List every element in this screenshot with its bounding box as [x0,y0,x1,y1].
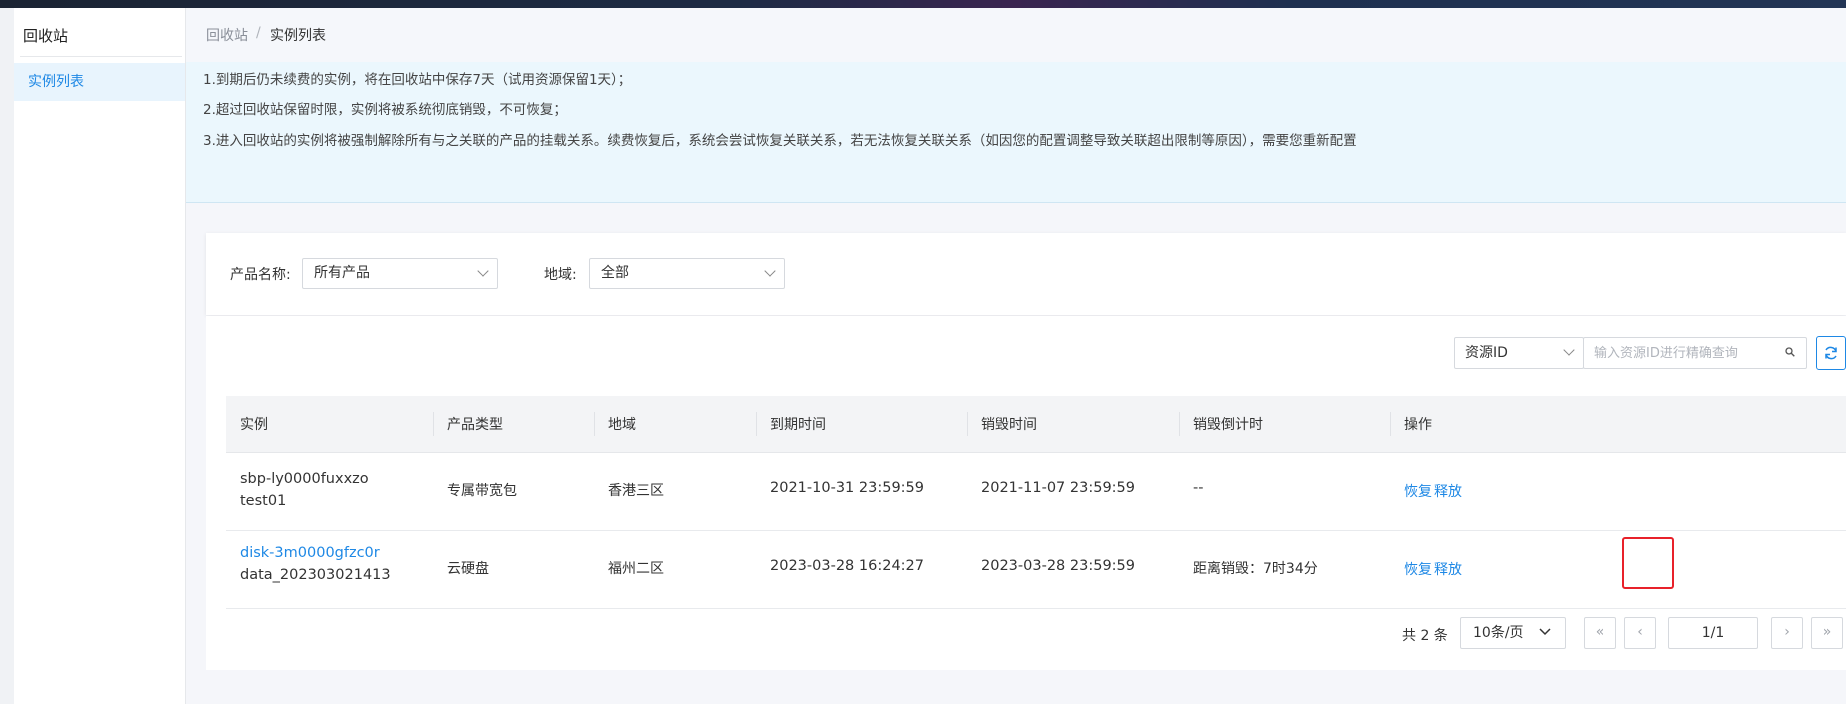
col-divider [756,412,757,436]
destroy-time: 2021-11-07 23:59:59 [981,480,1135,496]
col-header-countdown: 销毁倒计时 [1193,417,1263,433]
product-type: 云硬盘 [447,561,489,577]
product-filter-select[interactable]: 所有产品 [302,258,498,289]
product-filter-label: 产品名称: [230,267,291,283]
filter-bar: 产品名称: 所有产品 地域: 全部 [206,233,1846,315]
next-page-button[interactable]: › [1771,617,1803,649]
instance-table-card: 资源ID 实例 产品类型 地域 到期时间 销毁时间 销毁倒计时 [206,316,1846,670]
pagination-total: 共 2 条 [1402,628,1448,644]
search-field-select[interactable]: 资源ID [1454,337,1584,369]
page-number-input[interactable]: 1/1 [1668,617,1758,649]
chevron-down-icon [764,265,776,277]
instance-cell: disk-3m0000gfzc0r data_202303021413 [240,542,391,586]
notice-panel: 1.到期后仍未续费的实例，将在回收站中保存7天（试用资源保留1天）； 2.超过回… [186,62,1846,203]
breadcrumb-current: 实例列表 [270,28,326,44]
restore-button[interactable]: 恢复 [1404,481,1432,501]
top-header-bar [0,0,1846,8]
breadcrumb-separator: / [256,25,261,41]
sidebar-divider [20,56,182,57]
col-divider [967,412,968,436]
expire-time: 2021-10-31 23:59:59 [770,480,924,496]
search-box [1583,337,1807,369]
notice-line-3: 3.进入回收站的实例将被强制解除所有与之关联的产品的挂载关系。续费恢复后，系统会… [203,133,1357,149]
col-header-actions: 操作 [1404,417,1432,433]
search-input[interactable] [1594,343,1770,363]
instance-name: test01 [240,493,287,509]
page-size-value: 10条/页 [1473,625,1524,641]
instance-cell: sbp-ly0000fuxxzo test01 [240,468,369,512]
col-header-product-type: 产品类型 [447,417,503,433]
sidebar-item-instance-list[interactable]: 实例列表 [14,63,185,101]
col-divider [1390,412,1391,436]
col-header-destroy-time: 销毁时间 [981,417,1037,433]
instance-id-link[interactable]: disk-3m0000gfzc0r [240,542,391,564]
table-row: disk-3m0000gfzc0r data_202303021413 云硬盘 … [226,531,1846,609]
notice-line-1: 1.到期后仍未续费的实例，将在回收站中保存7天（试用资源保留1天）； [203,72,632,88]
restore-button[interactable]: 恢复 [1404,559,1432,579]
search-icon[interactable] [1785,347,1795,357]
release-button[interactable]: 释放 [1434,559,1462,579]
first-page-button[interactable]: « [1584,617,1616,649]
last-page-button[interactable]: » [1811,617,1843,649]
instance-name: data_202303021413 [240,567,391,583]
col-header-expire-time: 到期时间 [770,417,826,433]
refresh-button[interactable] [1816,336,1846,370]
destroy-time: 2023-03-28 23:59:59 [981,558,1135,574]
prev-page-button[interactable]: ‹ [1624,617,1656,649]
countdown: -- [1193,480,1204,496]
chevron-down-icon [477,265,489,277]
col-header-instance: 实例 [240,417,268,433]
region: 福州二区 [608,561,664,577]
product-filter-value: 所有产品 [314,265,370,281]
refresh-icon [1825,346,1837,360]
chevron-down-icon [1563,344,1575,356]
product-type: 专属带宽包 [447,483,517,499]
sidebar: 回收站 实例列表 [14,8,186,704]
highlight-box [1622,537,1674,589]
table-row: sbp-ly0000fuxxzo test01 专属带宽包 香港三区 2021-… [226,453,1846,531]
breadcrumb-root[interactable]: 回收站 [206,25,248,45]
notice-line-2: 2.超过回收站保留时限，实例将被系统彻底销毁，不可恢复； [203,102,567,118]
chevron-down-icon [1539,628,1551,636]
region-filter-select[interactable]: 全部 [589,258,785,289]
region-filter-value: 全部 [601,265,629,281]
col-divider [594,412,595,436]
left-nav-edge [0,8,15,704]
col-header-region: 地域 [608,417,636,433]
table-header: 实例 产品类型 地域 到期时间 销毁时间 销毁倒计时 操作 [226,396,1846,453]
breadcrumb: 回收站 / 实例列表 [186,8,1846,63]
region: 香港三区 [608,483,664,499]
page-size-select[interactable]: 10条/页 [1460,617,1566,649]
col-divider [1179,412,1180,436]
col-divider [433,412,434,436]
search-field-value: 资源ID [1465,345,1508,361]
expire-time: 2023-03-28 16:24:27 [770,558,924,574]
release-button[interactable]: 释放 [1434,481,1462,501]
instance-id: sbp-ly0000fuxxzo [240,471,369,487]
region-filter-label: 地域: [544,267,577,283]
countdown: 距离销毁：7时34分 [1193,561,1318,577]
sidebar-title: 回收站 [23,27,69,45]
